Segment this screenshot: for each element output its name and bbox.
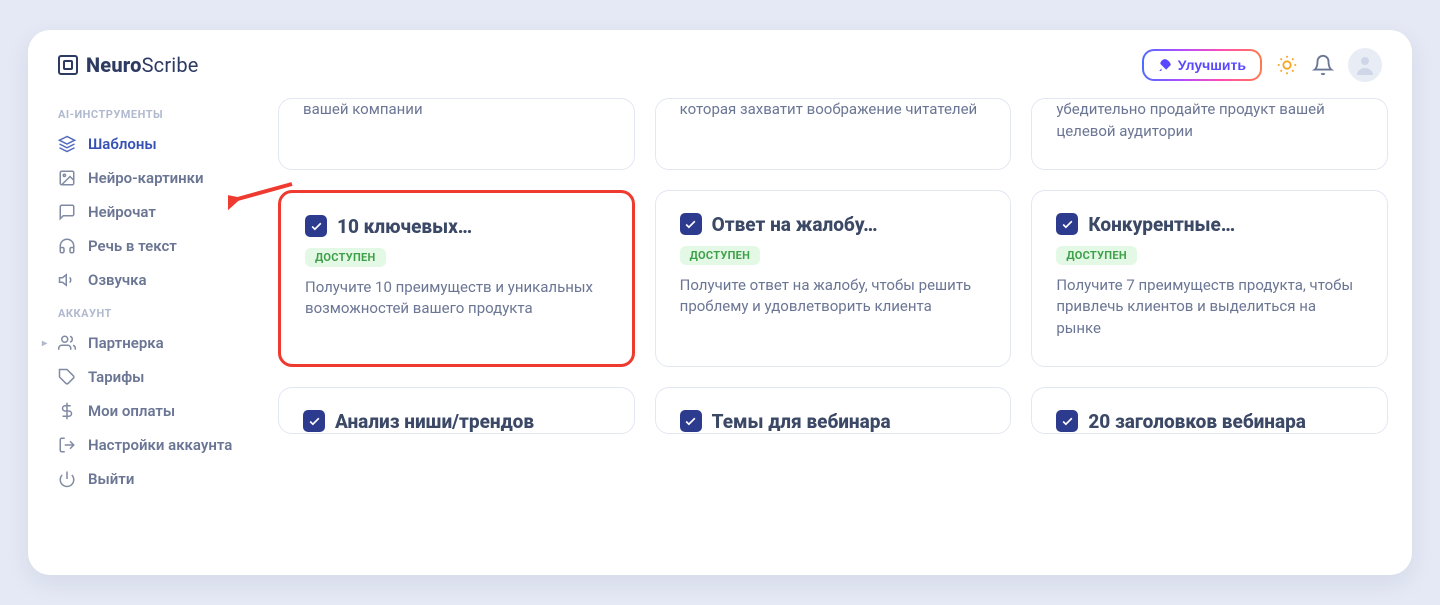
template-card[interactable]: которая захватит воображение читателей — [655, 98, 1012, 170]
logo-text: NeuroScribe — [86, 53, 199, 77]
template-card-niche-analysis[interactable]: Анализ ниши/трендов — [278, 387, 635, 434]
rocket-icon — [1158, 58, 1172, 72]
sidebar-item-label: Тарифы — [88, 368, 144, 386]
card-title: Конкурентные… — [1088, 213, 1235, 236]
template-card-webinar-topics[interactable]: Темы для вебинара — [655, 387, 1012, 434]
dollar-icon — [58, 402, 76, 420]
cards-row-top: вашей компании которая захватит воображе… — [278, 98, 1388, 170]
sidebar: AI-ИНСТРУМЕНТЫ Шаблоны Нейро-картинки Не… — [28, 98, 268, 575]
sidebar-item-neuro-images[interactable]: Нейро-картинки — [44, 161, 260, 195]
content: вашей компании которая захватит воображе… — [268, 98, 1412, 575]
card-desc: убедительно продайте продукт вашей целев… — [1056, 99, 1363, 143]
card-title: Анализ ниши/трендов — [335, 410, 534, 433]
sidebar-item-label: Настройки аккаунта — [88, 436, 232, 454]
card-title: 10 ключевых… — [337, 215, 472, 238]
app-window: NeuroScribe Улучшить AI-ИНСТРУМЕНТЫ Шабл… — [28, 30, 1412, 575]
sidebar-item-neurochat[interactable]: Нейрочат — [44, 195, 260, 229]
top-actions: Улучшить — [1142, 48, 1382, 82]
card-desc: Получите ответ на жалобу, чтобы решить п… — [680, 275, 987, 319]
template-card-webinar-titles[interactable]: 20 заголовков вебинара — [1031, 387, 1388, 434]
status-badge: ДОСТУПЕН — [680, 246, 761, 265]
status-badge: ДОСТУПЕН — [1056, 246, 1137, 265]
sidebar-item-label: Нейро-картинки — [88, 169, 204, 187]
template-card-10-key[interactable]: 10 ключевых… ДОСТУПЕН Получите 10 преиму… — [278, 190, 635, 367]
status-badge: ДОСТУПЕН — [305, 248, 386, 267]
upgrade-label: Улучшить — [1178, 57, 1246, 73]
sidebar-item-label: Партнерка — [88, 334, 164, 352]
check-icon — [1056, 213, 1078, 235]
sidebar-item-label: Озвучка — [88, 271, 147, 289]
cards-row-mid: 10 ключевых… ДОСТУПЕН Получите 10 преиму… — [278, 190, 1388, 367]
cards-row-bottom: Анализ ниши/трендов Темы для вебинара 20… — [278, 387, 1388, 434]
check-icon — [680, 213, 702, 235]
card-title: 20 заголовков вебинара — [1088, 410, 1306, 433]
headphones-icon — [58, 237, 76, 255]
sidebar-item-tariffs[interactable]: Тарифы — [44, 360, 260, 394]
check-icon — [305, 215, 327, 237]
card-desc: Получите 7 преимуществ продукта, чтобы п… — [1056, 275, 1363, 340]
sidebar-item-label: Речь в текст — [88, 237, 177, 255]
theme-toggle-icon[interactable] — [1276, 54, 1298, 76]
topbar: NeuroScribe Улучшить — [28, 30, 1412, 98]
sidebar-item-payments[interactable]: Мои оплаты — [44, 394, 260, 428]
avatar-placeholder-icon — [1353, 53, 1377, 77]
sidebar-item-speech-to-text[interactable]: Речь в текст — [44, 229, 260, 263]
sidebar-item-label: Нейрочат — [88, 203, 156, 221]
card-title: Ответ на жалобу… — [712, 213, 878, 236]
sidebar-item-templates[interactable]: Шаблоны — [44, 127, 260, 161]
template-card[interactable]: вашей компании — [278, 98, 635, 170]
sidebar-section-account: АККАУНТ — [44, 297, 260, 326]
sidebar-item-affiliate[interactable]: ▸ Партнерка — [44, 326, 260, 360]
caret-icon: ▸ — [42, 338, 47, 349]
logo-icon — [58, 55, 78, 75]
volume-icon — [58, 271, 76, 289]
image-icon — [58, 169, 76, 187]
logout-icon — [58, 436, 76, 454]
tag-icon — [58, 368, 76, 386]
chat-icon — [58, 203, 76, 221]
upgrade-button-wrap: Улучшить — [1142, 49, 1262, 81]
check-icon — [680, 410, 702, 432]
logo[interactable]: NeuroScribe — [58, 53, 199, 77]
sidebar-item-label: Мои оплаты — [88, 402, 175, 420]
check-icon — [303, 410, 325, 432]
check-icon — [1056, 410, 1078, 432]
sidebar-item-account-settings[interactable]: Настройки аккаунта — [44, 428, 260, 462]
avatar[interactable] — [1348, 48, 1382, 82]
card-title: Темы для вебинара — [712, 410, 891, 433]
sidebar-item-voiceover[interactable]: Озвучка — [44, 263, 260, 297]
card-desc: Получите 10 преимуществ и уникальных воз… — [305, 277, 608, 321]
template-card-competitive[interactable]: Конкурентные… ДОСТУПЕН Получите 7 преиму… — [1031, 190, 1388, 367]
card-desc: которая захватит воображение читателей — [680, 99, 987, 121]
card-desc: вашей компании — [303, 99, 610, 121]
layers-icon — [58, 135, 76, 153]
sidebar-item-logout[interactable]: Выйти — [44, 462, 260, 496]
template-card-complaint-reply[interactable]: Ответ на жалобу… ДОСТУПЕН Получите ответ… — [655, 190, 1012, 367]
notifications-icon[interactable] — [1312, 54, 1334, 76]
sidebar-item-label: Выйти — [88, 470, 134, 488]
template-card[interactable]: убедительно продайте продукт вашей целев… — [1031, 98, 1388, 170]
sidebar-section-ai: AI-ИНСТРУМЕНТЫ — [44, 98, 260, 127]
upgrade-button[interactable]: Улучшить — [1144, 51, 1260, 79]
sidebar-item-label: Шаблоны — [88, 135, 157, 153]
power-icon — [58, 470, 76, 488]
users-icon — [58, 334, 76, 352]
